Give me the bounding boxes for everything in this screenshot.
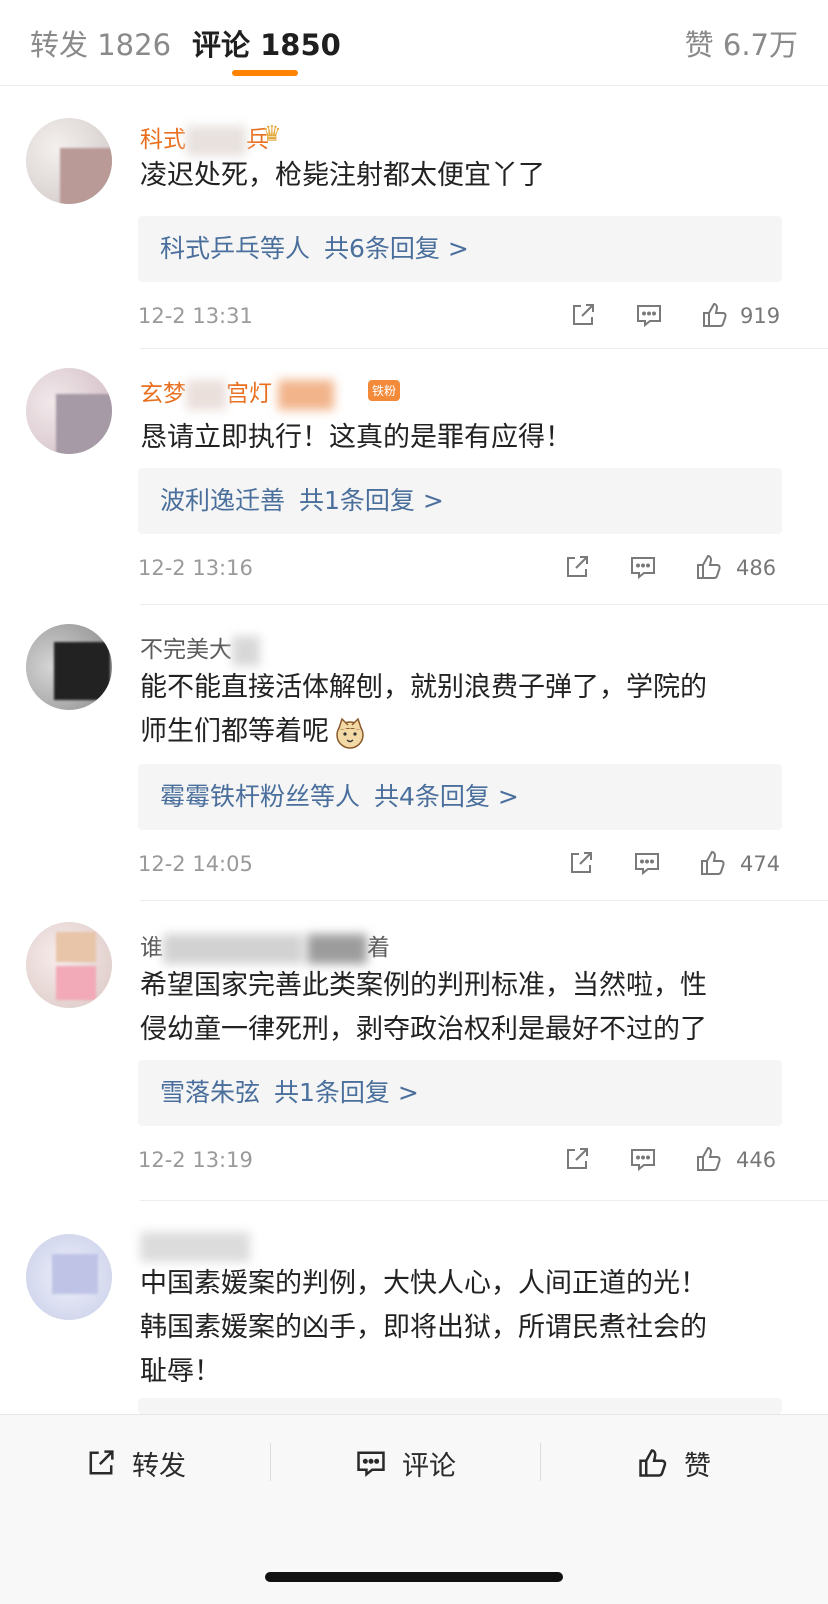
- divider: [140, 900, 828, 901]
- active-tab-indicator: [232, 70, 298, 76]
- divider: [540, 1443, 541, 1481]
- comment-item: 不完美大 能不能直接活体解刨，就别浪费子弹了，学院的 师生们都等着呢 霉霉铁杆粉…: [0, 606, 828, 902]
- like-count: 919: [740, 304, 781, 328]
- tab-comments[interactable]: 评论 1850: [192, 22, 341, 64]
- reply-summary[interactable]: 科式乒乓等人 共6条回复 >: [138, 216, 782, 282]
- divider: [140, 604, 828, 605]
- comment-time: 12-2 14:05: [138, 852, 253, 876]
- comment-icon[interactable]: [628, 552, 658, 582]
- crown-icon: ♛: [262, 122, 282, 147]
- like-count: 474: [740, 852, 781, 876]
- comment-icon[interactable]: [632, 848, 662, 878]
- reply-count: 共4条回复 >: [374, 782, 519, 811]
- comment-button[interactable]: 评论: [354, 1443, 456, 1483]
- divider: [270, 1443, 271, 1481]
- comment-item: 中国素媛案的判例，大快人心，人间正道的光！ 韩国素媛案的凶手，即将出狱，所谓民煮…: [0, 1202, 828, 1414]
- comment-icon: [357, 1451, 385, 1477]
- like-icon[interactable]: [694, 1144, 724, 1174]
- avatar[interactable]: [26, 624, 112, 710]
- like-count: 446: [736, 1148, 777, 1172]
- cat-emoji-icon: [333, 716, 367, 750]
- share-icon[interactable]: [562, 1144, 592, 1174]
- avatar[interactable]: [26, 368, 112, 454]
- share-icon: [89, 1450, 114, 1475]
- like-button[interactable]: 赞: [636, 1443, 711, 1483]
- comment-time: 12-2 13:16: [138, 556, 253, 580]
- repost-button[interactable]: 转发: [84, 1443, 186, 1483]
- divider: [140, 348, 828, 349]
- comment-username[interactable]: 谁着: [140, 928, 390, 964]
- like-icon[interactable]: [698, 848, 728, 878]
- like-icon: [639, 1449, 667, 1477]
- reply-summary[interactable]: 雪落朱弦 共1条回复 >: [138, 1060, 782, 1126]
- reply-summary[interactable]: 霉霉铁杆粉丝等人 共4条回复 >: [138, 764, 782, 830]
- comment-text: 中国素媛案的判例，大快人心，人间正道的光！ 韩国素媛案的凶手，即将出狱，所谓民煮…: [140, 1268, 707, 1387]
- comment-item: 玄梦 宫灯 铁粉 恳请立即执行！这真的是罪有应得！ 波利逸迁善 共1条回复 > 12…: [0, 350, 828, 606]
- comment-time: 12-2 13:19: [138, 1148, 253, 1172]
- comment-username[interactable]: [140, 1232, 250, 1262]
- share-icon[interactable]: [562, 552, 592, 582]
- avatar[interactable]: [26, 922, 112, 1008]
- reply-names: 霉霉铁杆粉丝等人: [160, 782, 361, 811]
- comment-meta: 12-2 13:19 446: [138, 1146, 782, 1178]
- comment-item: 科式兵 ♛ 凌迟处死，枪毙注射都太便宜丫了 科式乒乓等人 共6条回复 > 12-2…: [0, 86, 828, 350]
- comment-meta: 12-2 13:31 919: [138, 302, 782, 334]
- reply-count: 共1条回复 >: [299, 486, 444, 515]
- fan-badge: 铁粉: [368, 380, 401, 401]
- comment-icon[interactable]: [628, 1144, 658, 1174]
- like-icon[interactable]: [694, 552, 724, 582]
- comment-meta: 12-2 14:05 474: [138, 850, 782, 882]
- home-indicator[interactable]: [265, 1572, 563, 1582]
- comment-text: 希望国家完善此类案例的判刑标准，当然啦，性 侵幼童一律死刑，剥夺政治权利是最好不…: [140, 970, 707, 1045]
- like-count: 486: [736, 556, 777, 580]
- reply-count: 共1条回复 >: [274, 1078, 419, 1107]
- comment-meta: 12-2 13:16 486: [138, 554, 782, 586]
- comment-text: 恳请立即执行！这真的是罪有应得！: [140, 422, 572, 453]
- comment-username[interactable]: 玄梦 宫灯: [140, 374, 334, 410]
- tab-reposts[interactable]: 转发 1826: [30, 22, 171, 64]
- like-icon[interactable]: [700, 300, 730, 330]
- comment-username[interactable]: 不完美大: [140, 630, 260, 666]
- comment-username[interactable]: 科式兵: [140, 120, 269, 156]
- share-icon[interactable]: [566, 848, 596, 878]
- reply-names: 科式乒乓等人: [160, 234, 311, 263]
- reply-names: 波利逸迁善: [160, 486, 286, 515]
- repost-label: 转发: [132, 1450, 186, 1482]
- reply-names: 雪落朱弦: [160, 1078, 261, 1107]
- comment-icon[interactable]: [634, 300, 664, 330]
- tab-likes[interactable]: 赞 6.7万: [685, 22, 798, 64]
- avatar[interactable]: [26, 118, 112, 204]
- like-label: 赞: [684, 1450, 711, 1482]
- comment-time: 12-2 13:31: [138, 304, 253, 328]
- comment-label: 评论: [402, 1450, 456, 1482]
- comment-text: 能不能直接活体解刨，就别浪费子弹了，学院的 师生们都等着呢: [140, 666, 780, 754]
- reply-summary[interactable]: 波利逸迁善 共1条回复 >: [138, 468, 782, 534]
- comment-tabs: 转发 1826 评论 1850 赞 6.7万: [0, 0, 828, 86]
- share-icon[interactable]: [568, 300, 598, 330]
- comment-item: 谁着 希望国家完善此类案例的判刑标准，当然啦，性 侵幼童一律死刑，剥夺政治权利是…: [0, 902, 828, 1202]
- reply-count: 共6条回复 >: [324, 234, 469, 263]
- reply-summary[interactable]: [138, 1398, 782, 1414]
- comment-text: 凌迟处死，枪毙注射都太便宜丫了: [140, 160, 545, 191]
- avatar[interactable]: [26, 1234, 112, 1320]
- divider: [140, 1200, 828, 1201]
